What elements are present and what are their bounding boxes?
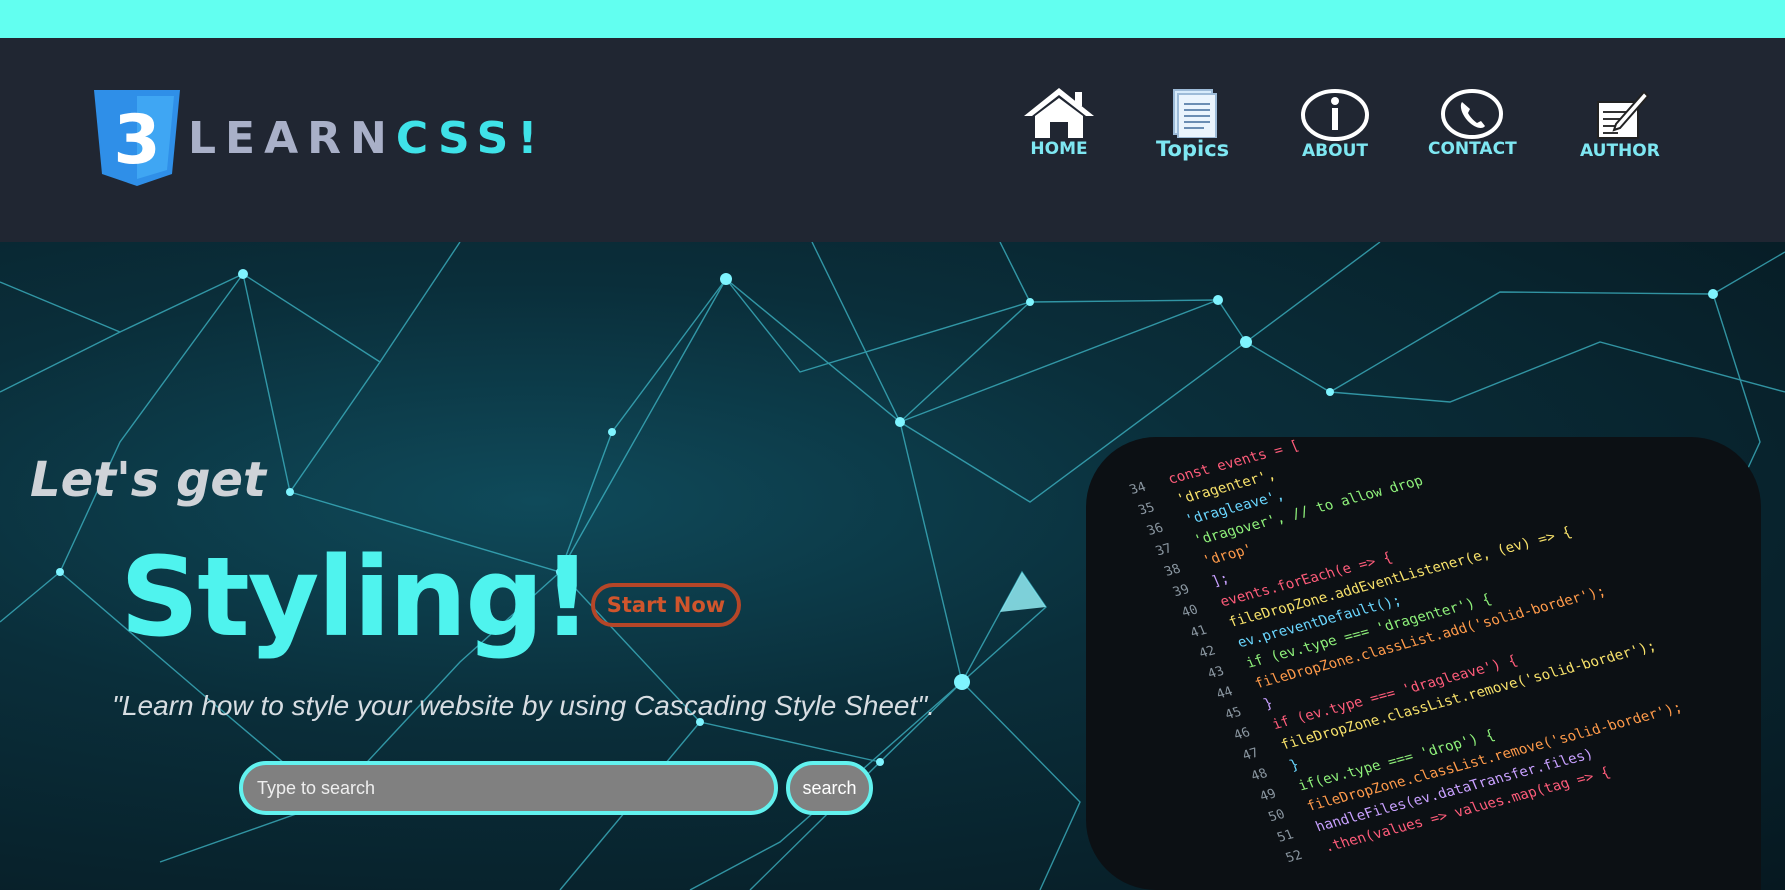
phone-icon <box>1441 89 1504 139</box>
top-accent-bar <box>0 0 1785 38</box>
code-line-number: 52 <box>1284 848 1305 866</box>
code-line-number: 49 <box>1258 787 1279 805</box>
logo-css-text: CSS! <box>395 112 547 164</box>
search-input[interactable] <box>239 761 778 815</box>
code-line-number: 37 <box>1154 541 1175 559</box>
site-header: 3 LEARNCSS! HOME Topics ABOUT CONTACT AU… <box>0 38 1785 242</box>
code-line-number: 38 <box>1162 562 1183 580</box>
code-line-number: 51 <box>1275 828 1296 846</box>
document-icon <box>1172 89 1217 138</box>
hero-lets-get: Let's get <box>30 452 266 508</box>
code-line-number: 36 <box>1145 521 1166 539</box>
code-line-number: 35 <box>1136 500 1157 518</box>
code-line-number: 41 <box>1188 623 1209 641</box>
code-line: } <box>1261 695 1275 712</box>
nav-author-label: AUTHOR <box>1580 141 1660 161</box>
code-line-number: 48 <box>1249 766 1270 784</box>
code-line: ]; <box>1209 571 1232 590</box>
logo-wordmark: LEARNCSS! <box>188 113 546 164</box>
nav-topics-label: Topics <box>1156 137 1230 161</box>
code-line: } <box>1287 757 1301 774</box>
home-icon <box>1024 88 1094 138</box>
css3-shield-icon: 3 <box>94 90 180 186</box>
nav-home[interactable]: HOME <box>1022 86 1096 158</box>
info-icon <box>1301 89 1369 141</box>
start-now-button[interactable]: Start Now <box>591 583 741 627</box>
code-line-number: 50 <box>1266 807 1287 825</box>
code-line-number: 46 <box>1232 725 1253 743</box>
code-line-number: 44 <box>1214 684 1235 702</box>
code-screenshot-image: 34 const events = [35 'dragenter', 36 'dra… <box>1086 437 1761 890</box>
code-screenshot-svg: 34const events = [35 'dragenter',36 'dra… <box>1127 438 1684 866</box>
site-logo[interactable]: 3 LEARNCSS! <box>94 90 546 186</box>
nav-author[interactable]: AUTHOR <box>1580 90 1660 160</box>
logo-learn-text: LEARN <box>188 112 396 164</box>
nav-topics[interactable]: Topics <box>1156 88 1229 160</box>
code-line-number: 42 <box>1197 644 1218 662</box>
nav-contact-label: CONTACT <box>1428 139 1517 159</box>
code-line-number: 45 <box>1223 705 1244 723</box>
code-line-number: 39 <box>1171 582 1192 600</box>
hero-section: Let's get Styling! Start Now "Learn how … <box>0 242 1785 890</box>
code-line-number: 43 <box>1206 664 1227 682</box>
code-line-number: 47 <box>1240 746 1261 764</box>
nav-contact[interactable]: CONTACT <box>1428 88 1517 158</box>
nav-about[interactable]: ABOUT <box>1300 88 1370 160</box>
hero-tagline: "Learn how to style your website by usin… <box>112 690 935 721</box>
nav-about-label: ABOUT <box>1302 141 1368 161</box>
nav-home-label: HOME <box>1030 139 1088 159</box>
write-icon <box>1596 90 1650 139</box>
code-line-number: 34 <box>1127 480 1148 498</box>
svg-text:3: 3 <box>113 101 160 180</box>
code-line-number: 40 <box>1180 603 1201 621</box>
search-button[interactable]: search <box>786 761 873 815</box>
hero-styling-heading: Styling! <box>120 533 592 661</box>
